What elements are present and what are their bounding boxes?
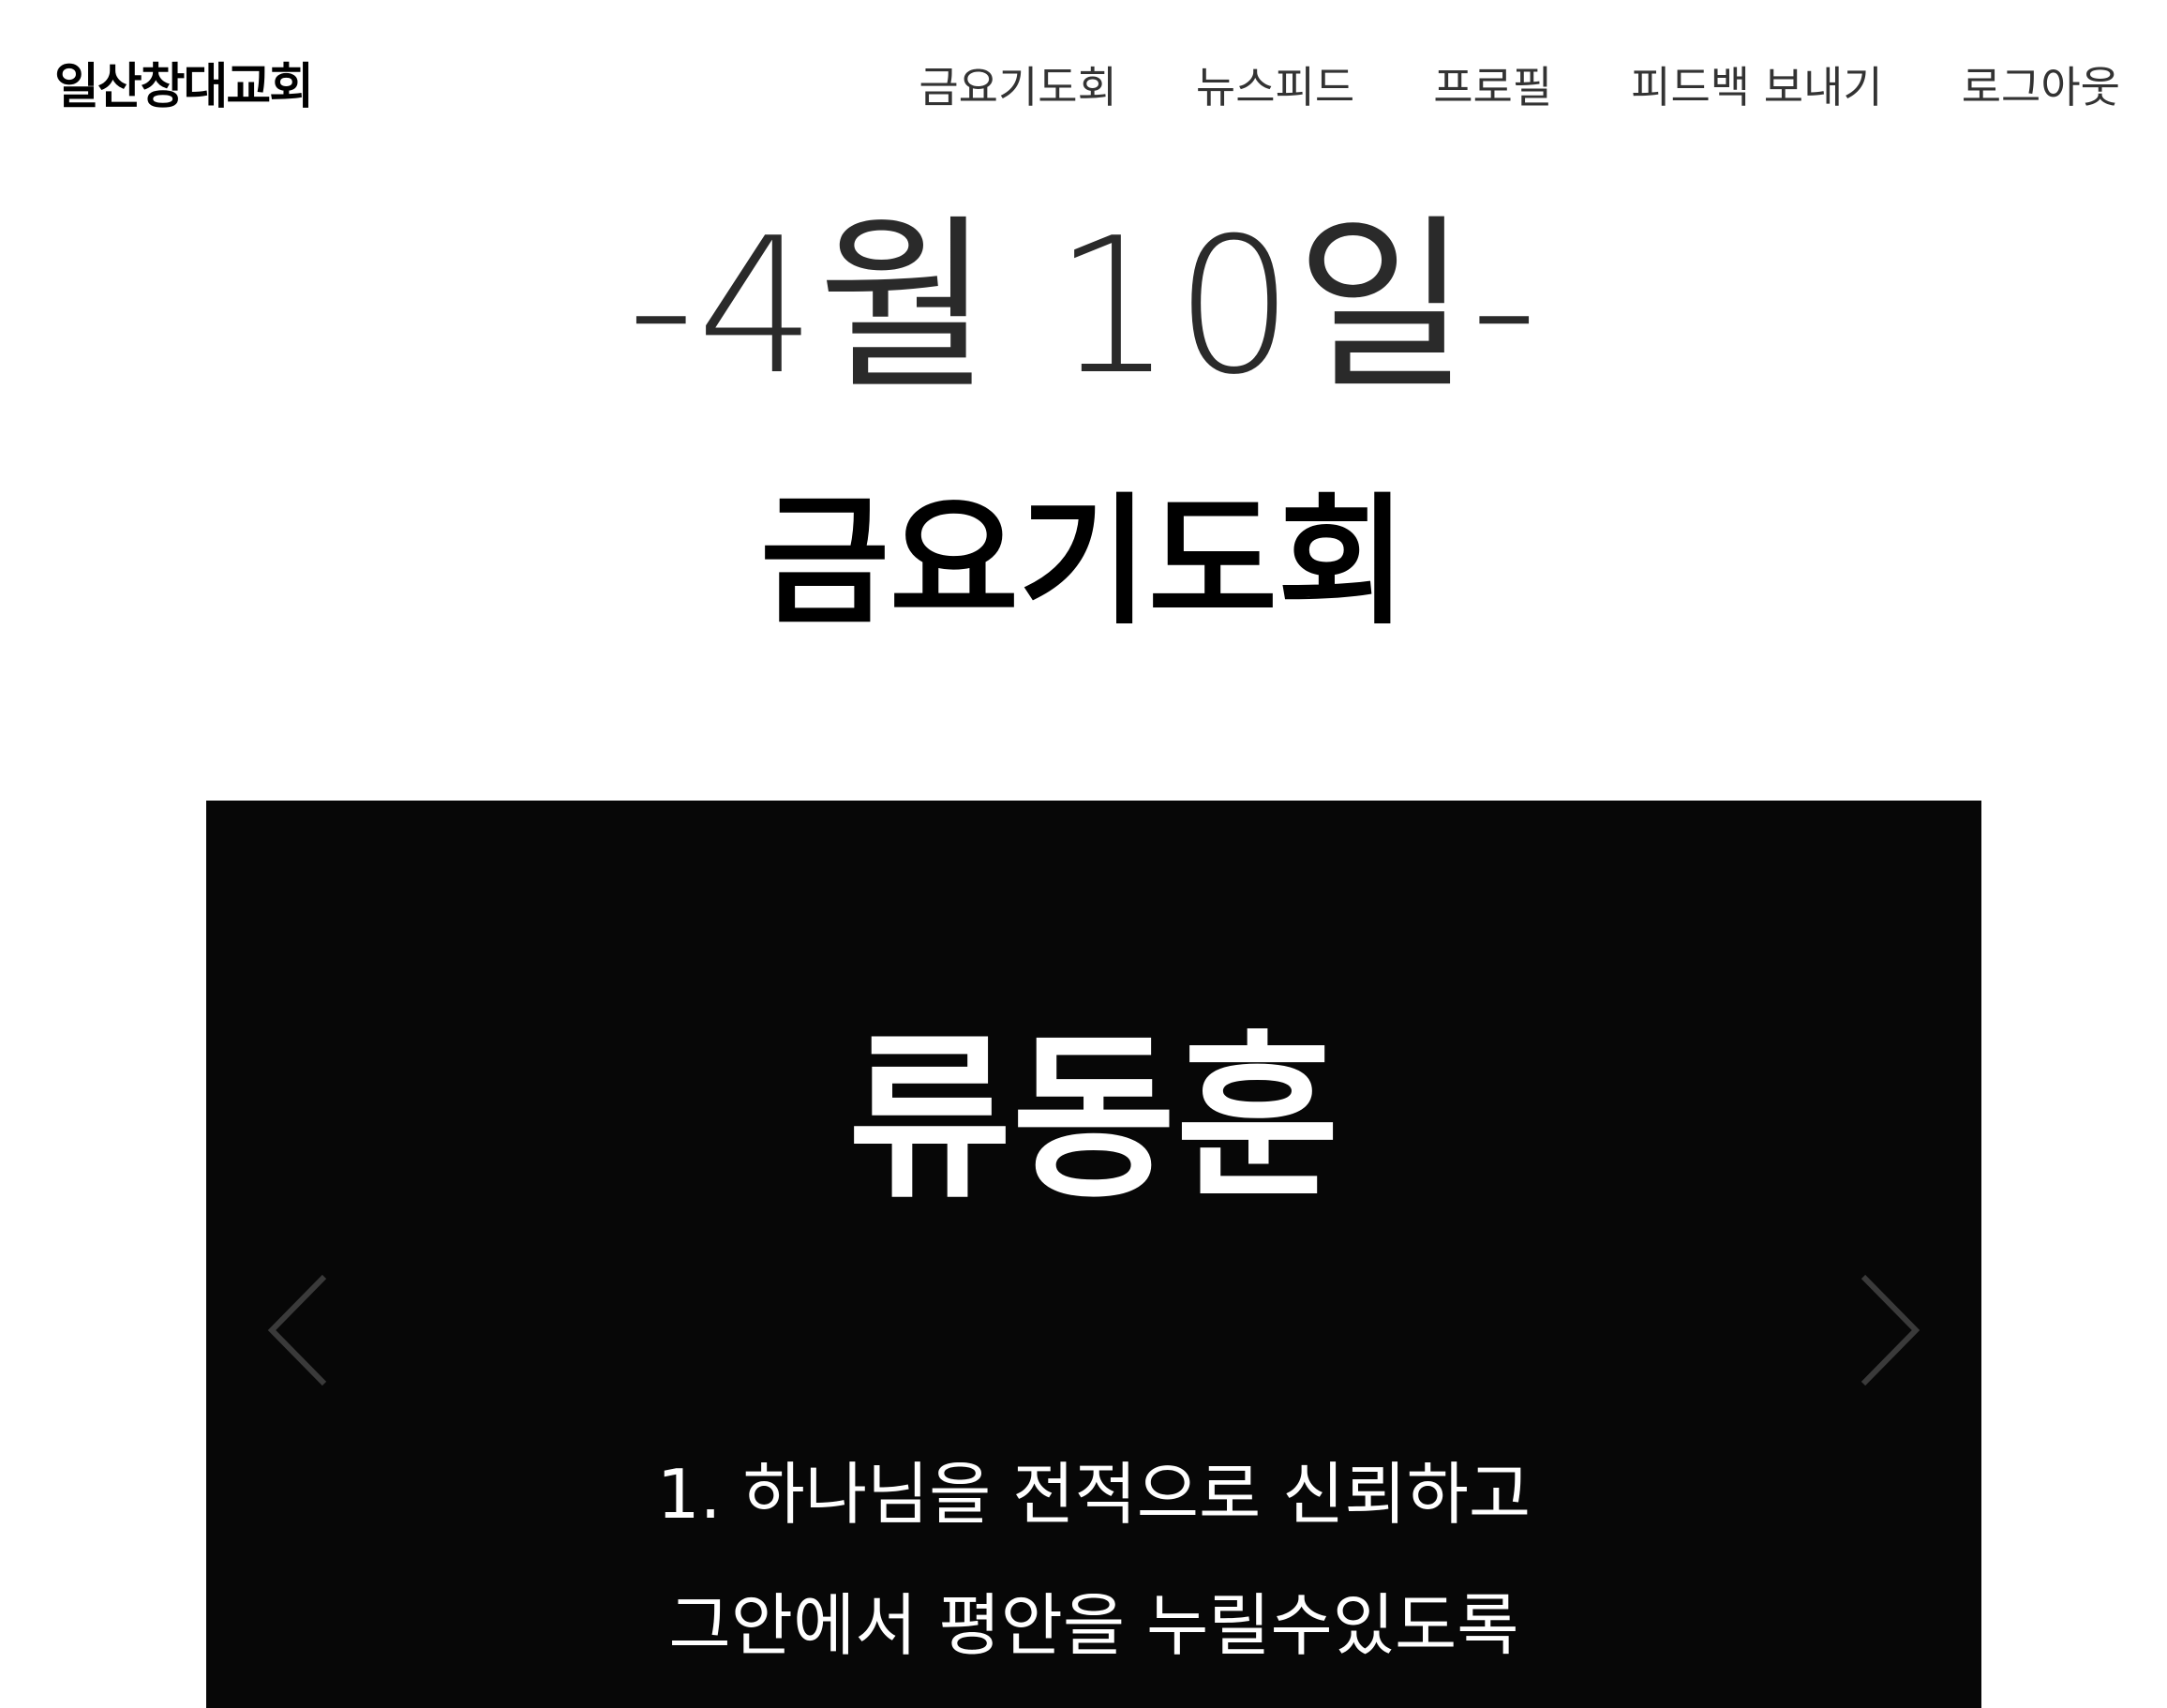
main-nav: 금요기도회 뉴스피드 프로필 피드백 보내기 로그아웃 xyxy=(840,54,2120,120)
slide-prayer-line-2: 그안에서 평안을 누릴수있도록 xyxy=(668,1586,1519,1665)
page: 일산창대교회 금요기도회 뉴스피드 프로필 피드백 보내기 로그아웃 -4월 1… xyxy=(0,0,2167,1708)
chevron-right-icon xyxy=(1861,1274,1920,1386)
page-date: -4월 10일- xyxy=(627,198,1540,416)
slider-prev-button[interactable] xyxy=(262,1269,337,1391)
site-logo[interactable]: 일산창대교회 xyxy=(54,54,314,120)
slide-person-name: 류동훈 xyxy=(847,1015,1340,1222)
nav-item-logout[interactable]: 로그아웃 xyxy=(1962,54,2120,120)
header: 일산창대교회 금요기도회 뉴스피드 프로필 피드백 보내기 로그아웃 xyxy=(0,0,2167,169)
nav-item-newsfeed[interactable]: 뉴스피드 xyxy=(1196,54,1354,120)
slider-next-button[interactable] xyxy=(1850,1269,1925,1391)
nav-item-friday-prayer[interactable]: 금요기도회 xyxy=(919,54,1117,120)
page-title: 금요기도회 xyxy=(759,481,1407,644)
nav-item-profile[interactable]: 프로필 xyxy=(1433,54,1552,120)
slide-prayer-line-1: 1. 하나님을 전적으로 신뢰하고 xyxy=(656,1455,1532,1534)
nav-item-feedback[interactable]: 피드백 보내기 xyxy=(1631,54,1883,120)
chevron-left-icon xyxy=(267,1274,327,1386)
prayer-slider: 류동훈 1. 하나님을 전적으로 신뢰하고 그안에서 평안을 누릴수있도록 xyxy=(206,801,1981,1708)
